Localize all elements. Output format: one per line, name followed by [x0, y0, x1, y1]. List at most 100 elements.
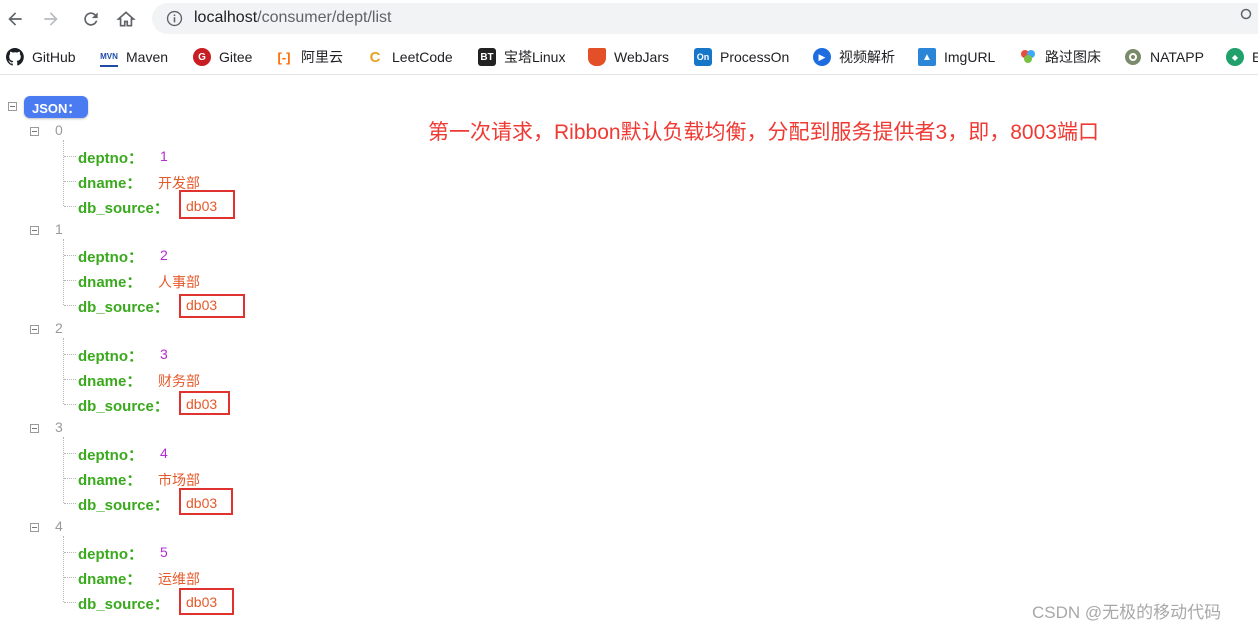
address-bar[interactable]: localhost/consumer/dept/list: [152, 3, 1258, 34]
array-index: 4: [55, 518, 63, 534]
tree-guide: [64, 379, 76, 380]
extra-icon: ◆: [1226, 48, 1244, 66]
bookmark-extra[interactable]: ◆ E: [1226, 47, 1258, 67]
bookmark-label: ImgURL: [944, 49, 996, 65]
value-dname: 运维部: [158, 571, 200, 587]
bookmark-label: GitHub: [32, 49, 76, 65]
bookmarks-bar: GitHub MVN Maven G Gitee [-] 阿里云 C LeetC…: [0, 40, 1258, 75]
collapse-toggle-icon[interactable]: [30, 523, 39, 532]
tree-guide: [64, 354, 76, 355]
tree-guide: [63, 338, 64, 404]
highlight-box: [179, 190, 235, 219]
tree-guide: [64, 552, 76, 553]
tree-guide: [64, 453, 76, 454]
tree-guide: [63, 437, 64, 503]
key-deptno: deptno：: [78, 249, 143, 266]
key-db-source: db_source：: [78, 596, 169, 613]
json-tree: JSON： 第一次请求，Ribbon默认负载均衡，分配到服务提供者3，即，800…: [0, 84, 1258, 626]
url-host: localhost: [194, 9, 258, 26]
value-deptno: 5: [160, 544, 168, 560]
tree-guide: [64, 156, 76, 157]
back-arrow-icon[interactable]: [2, 6, 28, 32]
collapse-toggle-icon[interactable]: [30, 325, 39, 334]
forward-arrow-icon[interactable]: [38, 6, 64, 32]
collapse-toggle-icon[interactable]: [8, 102, 17, 111]
tree-guide: [64, 602, 76, 603]
value-dname: 财务部: [158, 373, 200, 389]
array-index: 0: [55, 122, 63, 138]
github-icon: [6, 48, 24, 66]
array-index: 2: [55, 320, 63, 336]
tree-guide: [64, 404, 76, 405]
tree-guide: [64, 206, 76, 207]
tree-guide: [63, 536, 64, 602]
key-db-source: db_source：: [78, 398, 169, 415]
video-icon: ▶: [813, 48, 831, 66]
key-deptno: deptno：: [78, 546, 143, 563]
bookmark-webjars[interactable]: WebJars: [588, 47, 669, 67]
bookmark-github[interactable]: GitHub: [6, 47, 76, 67]
tree-guide: [64, 577, 76, 578]
value-dname: 人事部: [158, 274, 200, 290]
value-deptno: 1: [160, 148, 168, 164]
maven-icon: MVN: [100, 47, 118, 67]
tree-guide: [64, 255, 76, 256]
array-index: 3: [55, 419, 63, 435]
value-dname: 市场部: [158, 472, 200, 488]
bookmark-aliyun[interactable]: [-] 阿里云: [275, 47, 344, 67]
annotation-text: 第一次请求，Ribbon默认负载均衡，分配到服务提供者3，即，8003端口: [428, 121, 1099, 144]
bookmark-label: 路过图床: [1045, 49, 1101, 65]
highlight-box: [179, 391, 230, 415]
bookmark-label: NATAPP: [1150, 49, 1204, 65]
key-dname: dname：: [78, 175, 142, 192]
bookmark-video[interactable]: ▶ 视频解析: [813, 47, 895, 67]
key-dname: dname：: [78, 571, 142, 588]
bookmark-imgurl[interactable]: ▲ ImgURL: [918, 47, 995, 67]
bookmark-gitee[interactable]: G Gitee: [193, 47, 252, 67]
value-deptno: 4: [160, 445, 168, 461]
bookmark-label: 视频解析: [839, 49, 895, 65]
key-deptno: deptno：: [78, 348, 143, 365]
bookmark-leetcode[interactable]: C LeetCode: [366, 47, 453, 67]
reload-icon[interactable]: [78, 6, 104, 32]
gitee-icon: G: [193, 48, 211, 66]
key-db-source: db_source：: [78, 497, 169, 514]
key-deptno: deptno：: [78, 447, 143, 464]
info-icon[interactable]: [166, 10, 183, 27]
natapp-icon: [1124, 48, 1142, 66]
bookmark-label: LeetCode: [392, 49, 453, 65]
value-deptno: 3: [160, 346, 168, 362]
url-text[interactable]: localhost/consumer/dept/list: [194, 9, 391, 27]
highlight-box: [179, 588, 234, 615]
browser-toolbar: localhost/consumer/dept/list: [0, 0, 1258, 38]
tree-guide: [63, 239, 64, 305]
bookmark-label: Gitee: [219, 49, 253, 65]
collapse-toggle-icon[interactable]: [30, 226, 39, 235]
bt-icon: BT: [478, 48, 496, 66]
key-dname: dname：: [78, 274, 142, 291]
tree-guide: [64, 280, 76, 281]
collapse-toggle-icon[interactable]: [30, 424, 39, 433]
home-icon[interactable]: [113, 6, 139, 32]
processon-icon: On: [694, 48, 712, 66]
aliyun-icon: [-]: [277, 49, 291, 65]
search-icon[interactable]: [1240, 8, 1254, 22]
key-db-source: db_source：: [78, 299, 169, 316]
imgurl-icon: ▲: [918, 48, 936, 66]
bookmark-label: ProcessOn: [720, 49, 790, 65]
bookmark-natapp[interactable]: NATAPP: [1124, 47, 1204, 67]
bookmark-processon[interactable]: On ProcessOn: [694, 47, 789, 67]
watermark-text: CSDN @无极的移动代码: [1032, 603, 1222, 622]
array-index: 1: [55, 221, 63, 237]
bookmark-luguo[interactable]: 路过图床: [1019, 47, 1101, 67]
json-root-badge: JSON：: [24, 96, 89, 118]
highlight-box: [179, 488, 233, 515]
value-deptno: 2: [160, 247, 168, 263]
bookmark-label: 阿里云: [301, 49, 343, 65]
tree-guide: [64, 305, 76, 306]
luguo-icon: [1019, 48, 1037, 66]
bookmark-bt[interactable]: BT 宝塔Linux: [478, 47, 565, 67]
bookmark-maven[interactable]: MVN Maven: [100, 47, 168, 67]
collapse-toggle-icon[interactable]: [30, 127, 39, 136]
key-db-source: db_source：: [78, 200, 169, 217]
